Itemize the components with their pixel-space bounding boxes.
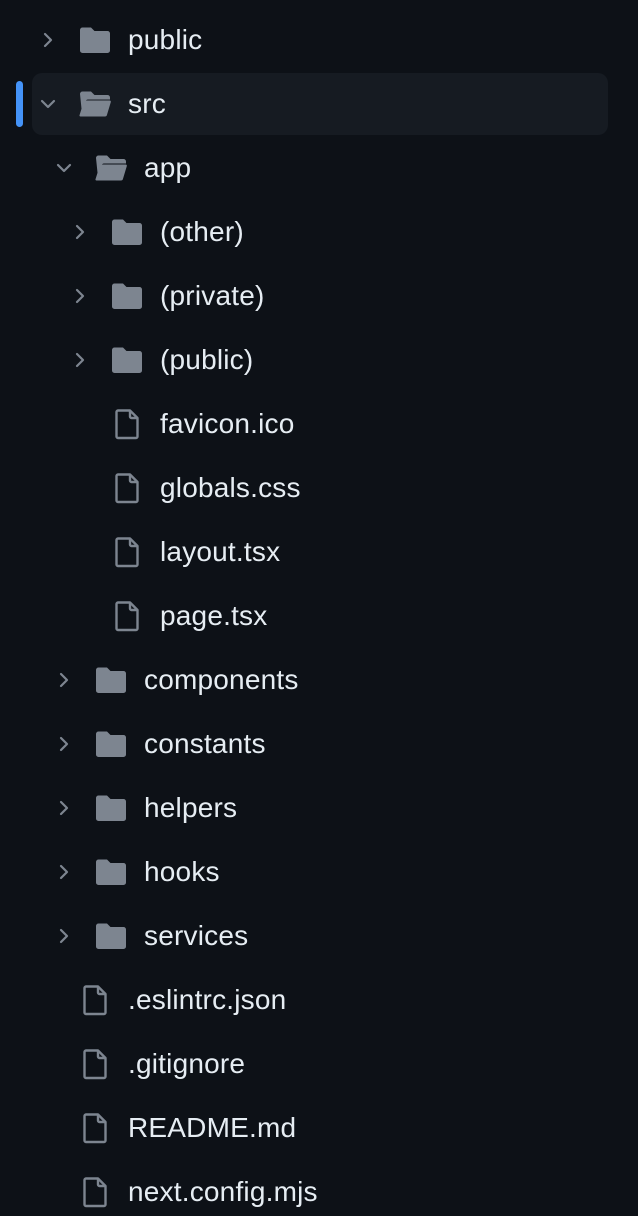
- tree-item-helpers[interactable]: helpers: [32, 777, 608, 839]
- file-icon: [78, 1175, 112, 1209]
- chevron-right-icon[interactable]: [54, 734, 74, 754]
- tree-item-favicon-ico[interactable]: favicon.ico: [32, 393, 608, 455]
- selection-indicator: [16, 81, 23, 127]
- tree-item-label: helpers: [144, 792, 238, 823]
- chevron-right-icon[interactable]: [54, 670, 74, 690]
- file-icon: [110, 599, 144, 633]
- tree-item-readme-md[interactable]: README.md: [32, 1097, 608, 1159]
- tree-item-hooks[interactable]: hooks: [32, 841, 608, 903]
- file-icon: [110, 407, 144, 441]
- folder-icon: [94, 791, 128, 825]
- tree-item-label: services: [144, 920, 249, 951]
- tree-item-label: components: [144, 664, 299, 695]
- tree-item-label: public: [128, 24, 203, 55]
- tree-item-label: layout.tsx: [160, 536, 281, 567]
- tree-item-label: src: [128, 88, 166, 119]
- tree-item-label: favicon.ico: [160, 408, 295, 439]
- tree-item-layout-tsx[interactable]: layout.tsx: [32, 521, 608, 583]
- tree-item-label: hooks: [144, 856, 220, 887]
- tree-item-private[interactable]: (private): [32, 265, 608, 327]
- folder-icon: [78, 23, 112, 57]
- chevron-right-icon[interactable]: [70, 222, 90, 242]
- chevron-right-icon[interactable]: [38, 30, 58, 50]
- tree-item-label: globals.css: [160, 472, 301, 503]
- tree-item-page-tsx[interactable]: page.tsx: [32, 585, 608, 647]
- tree-item-src[interactable]: src: [32, 73, 608, 135]
- folder-icon: [110, 215, 144, 249]
- tree-item-label: README.md: [128, 1112, 297, 1143]
- tree-item-components[interactable]: components: [32, 649, 608, 711]
- folder-icon: [94, 919, 128, 953]
- folder-icon: [110, 343, 144, 377]
- file-icon: [110, 535, 144, 569]
- tree-item-label: page.tsx: [160, 600, 268, 631]
- tree-item-label: (public): [160, 344, 254, 375]
- tree-item-constants[interactable]: constants: [32, 713, 608, 775]
- folder-icon: [110, 279, 144, 313]
- folder-icon: [94, 855, 128, 889]
- tree-item-gitignore[interactable]: .gitignore: [32, 1033, 608, 1095]
- tree-item-app[interactable]: app: [32, 137, 608, 199]
- file-icon: [78, 1047, 112, 1081]
- chevron-down-icon[interactable]: [54, 158, 74, 178]
- tree-item-label: constants: [144, 728, 266, 759]
- chevron-right-icon[interactable]: [54, 798, 74, 818]
- folder-open-icon: [94, 151, 128, 185]
- file-icon: [110, 471, 144, 505]
- folder-icon: [94, 663, 128, 697]
- tree-item-public[interactable]: (public): [32, 329, 608, 391]
- tree-item-other[interactable]: (other): [32, 201, 608, 263]
- file-tree: public src app (other) (private) (public) favi…: [0, 0, 638, 1216]
- tree-item-label: .eslintrc.json: [128, 984, 287, 1015]
- chevron-right-icon[interactable]: [54, 926, 74, 946]
- tree-item-eslintrc-json[interactable]: .eslintrc.json: [32, 969, 608, 1031]
- tree-item-label: (other): [160, 216, 244, 247]
- folder-open-icon: [78, 87, 112, 121]
- chevron-down-icon[interactable]: [38, 94, 58, 114]
- tree-item-label: app: [144, 152, 192, 183]
- chevron-right-icon[interactable]: [54, 862, 74, 882]
- tree-item-services[interactable]: services: [32, 905, 608, 967]
- chevron-right-icon[interactable]: [70, 350, 90, 370]
- file-icon: [78, 1111, 112, 1145]
- folder-icon: [94, 727, 128, 761]
- tree-item-next-config-mjs[interactable]: next.config.mjs: [32, 1161, 608, 1216]
- tree-item-public[interactable]: public: [32, 9, 608, 71]
- tree-item-label: (private): [160, 280, 265, 311]
- tree-item-label: .gitignore: [128, 1048, 246, 1079]
- file-icon: [78, 983, 112, 1017]
- chevron-right-icon[interactable]: [70, 286, 90, 306]
- tree-item-globals-css[interactable]: globals.css: [32, 457, 608, 519]
- tree-item-label: next.config.mjs: [128, 1176, 318, 1207]
